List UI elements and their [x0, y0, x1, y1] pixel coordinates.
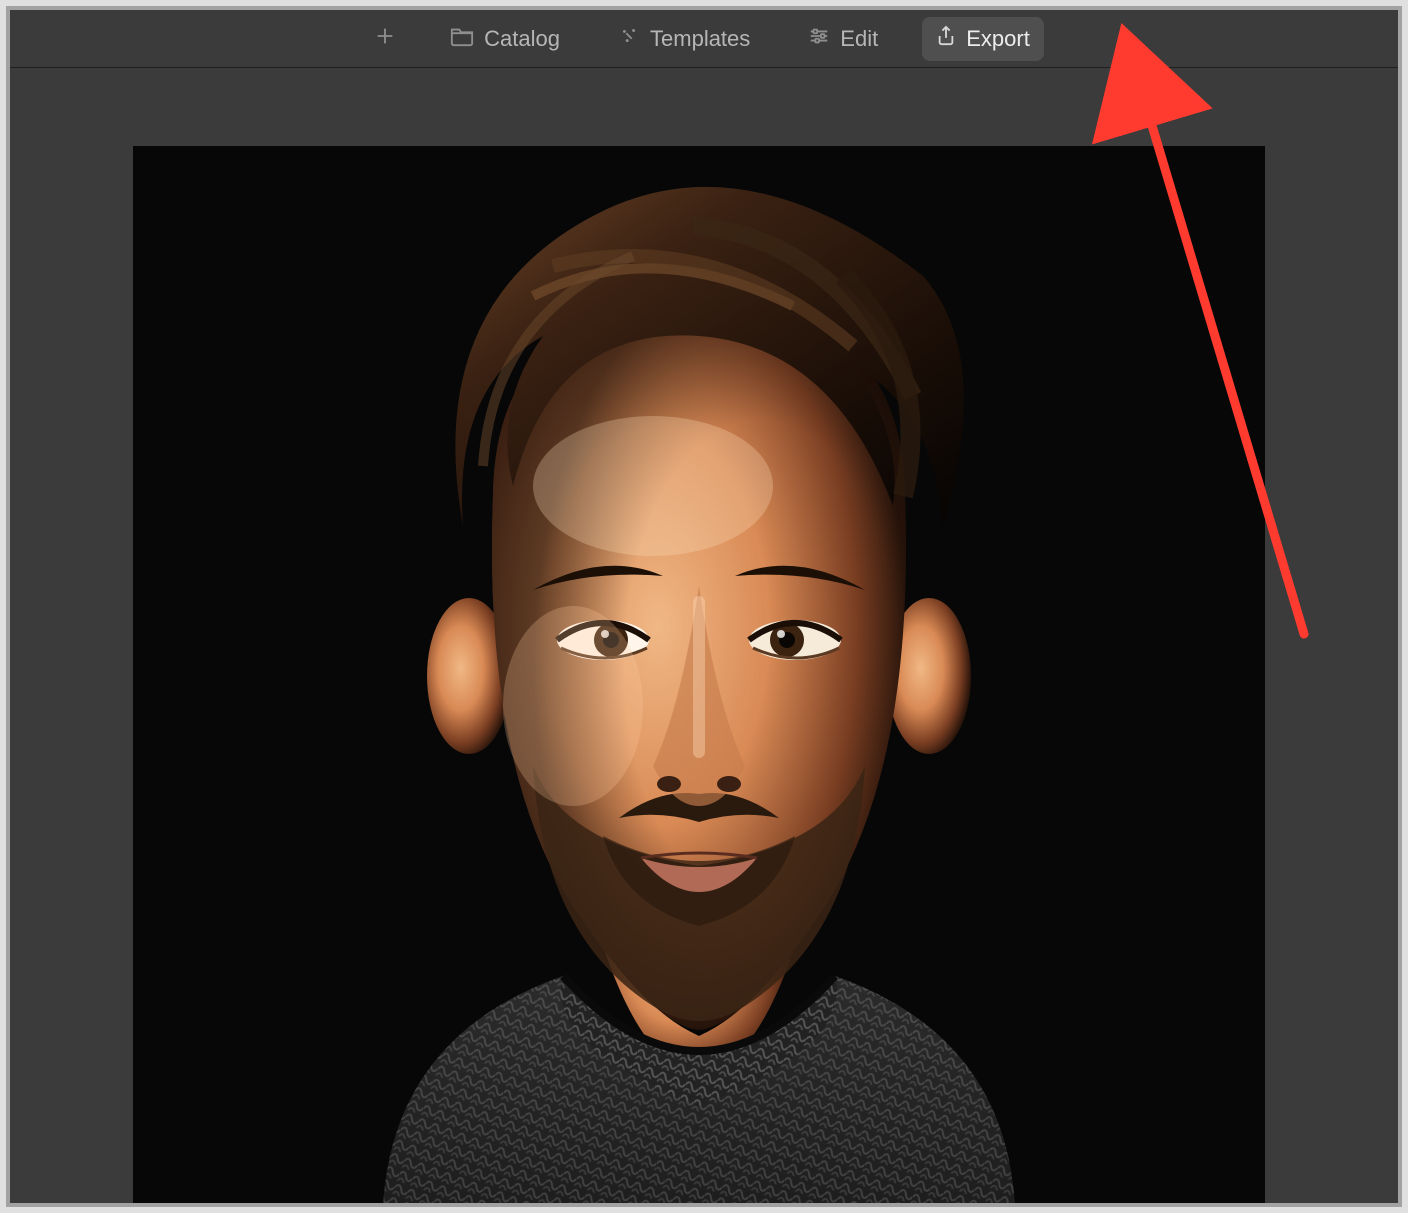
edit-button[interactable]: Edit	[794, 17, 892, 61]
catalog-label: Catalog	[484, 26, 560, 52]
top-toolbar: Catalog Templates	[10, 10, 1398, 68]
edit-label: Edit	[840, 26, 878, 52]
export-label: Export	[966, 26, 1030, 52]
edited-image[interactable]	[133, 146, 1265, 1206]
export-button[interactable]: Export	[922, 17, 1044, 61]
sparkle-icon	[618, 25, 640, 53]
templates-button[interactable]: Templates	[604, 17, 764, 61]
plus-icon	[374, 25, 396, 53]
app-frame: Catalog Templates	[6, 6, 1402, 1207]
portrait-illustration	[133, 146, 1265, 1206]
canvas-area[interactable]	[10, 68, 1398, 1203]
share-icon	[936, 25, 956, 53]
sliders-icon	[808, 25, 830, 53]
add-button[interactable]	[364, 17, 406, 61]
catalog-button[interactable]: Catalog	[436, 17, 574, 61]
folder-icon	[450, 25, 474, 53]
templates-label: Templates	[650, 26, 750, 52]
